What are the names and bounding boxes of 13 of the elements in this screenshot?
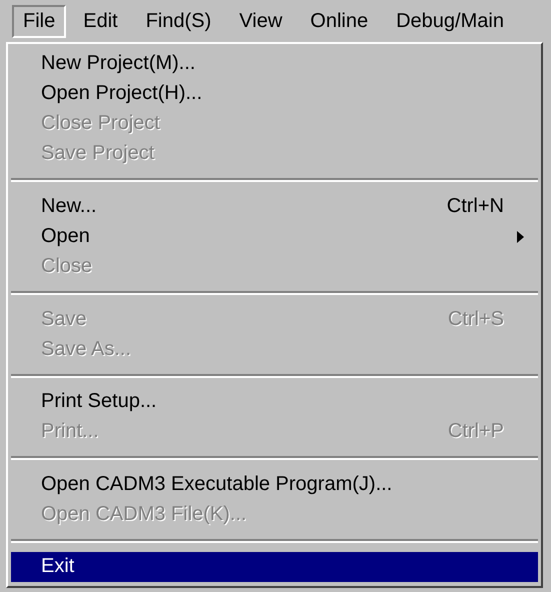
menu-item[interactable]: New... Ctrl+N bbox=[11, 191, 538, 222]
menu-item[interactable]: Open CADM3 Executable Program(J)... bbox=[11, 469, 538, 500]
menu-title[interactable]: Online bbox=[299, 4, 380, 38]
menu-title[interactable]: Find(S) bbox=[134, 4, 222, 38]
menu-item[interactable]: Open Project(H)... bbox=[11, 78, 538, 109]
menu-item[interactable]: New Project(M)... bbox=[11, 48, 538, 78]
menu-title[interactable]: Debug/Main bbox=[385, 4, 515, 38]
menu-item[interactable]: Exit bbox=[11, 552, 538, 582]
menu-item[interactable]: Print Setup... bbox=[11, 386, 538, 417]
menu-title[interactable]: View bbox=[228, 4, 294, 38]
menu-title[interactable]: Edit bbox=[72, 4, 129, 38]
menu-item[interactable]: Open bbox=[11, 221, 538, 252]
menu-title[interactable]: File bbox=[12, 4, 66, 38]
